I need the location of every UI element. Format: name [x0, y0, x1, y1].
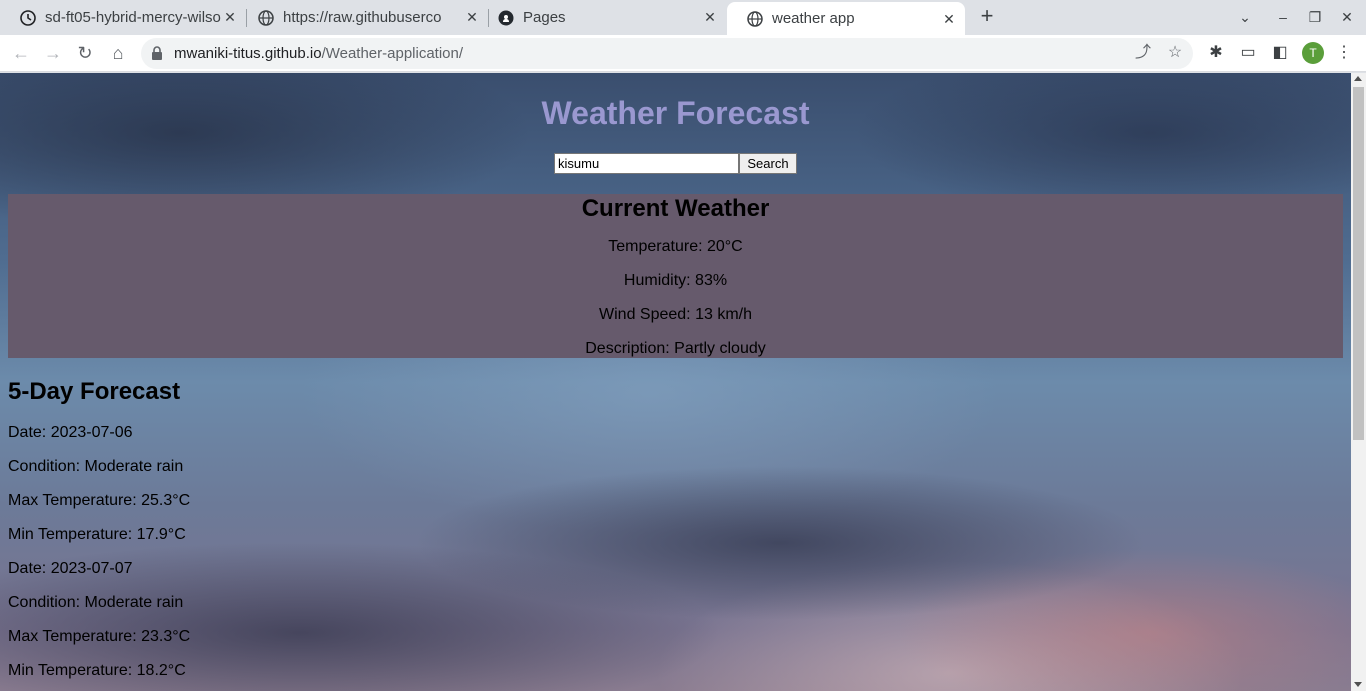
globe-icon — [258, 9, 274, 26]
temperature-text: Temperature: 20°C — [608, 238, 743, 255]
tab-label: https://raw.githubuserco — [283, 9, 442, 26]
search-button[interactable]: Search — [739, 153, 797, 174]
forward-icon[interactable]: → — [41, 41, 65, 65]
forecast-heading: 5-Day Forecast — [8, 378, 181, 405]
globe-icon — [747, 10, 763, 27]
browser-toolbar: ← → ↻ ⌂ mwaniki-titus.github.io/Weather-… — [0, 35, 1366, 72]
menu-kebab-icon[interactable]: ⋮ — [1334, 43, 1354, 63]
tab-sd-ft05[interactable]: sd-ft05-hybrid-mercy-wilso ✕ — [0, 0, 247, 35]
url-path: /Weather-application/ — [321, 45, 464, 62]
tab-weather-app[interactable]: weather app ✕ — [727, 2, 965, 35]
wind-speed-text: Wind Speed: 13 km/h — [599, 306, 752, 323]
side-panel-icon[interactable]: ◧ — [1270, 43, 1290, 63]
home-icon[interactable]: ⌂ — [106, 41, 130, 65]
github-clock-icon — [20, 9, 36, 26]
forecast-section: 5-Day Forecast Date: 2023-07-06 Conditio… — [8, 375, 190, 688]
page-title: Weather Forecast — [541, 95, 810, 131]
close-icon[interactable]: ✕ — [222, 9, 238, 25]
address-bar[interactable]: mwaniki-titus.github.io/Weather-applicat… — [141, 38, 1193, 69]
forecast-max-temp: Max Temperature: 23.3°C — [8, 628, 191, 645]
profile-avatar[interactable]: T — [1302, 42, 1324, 64]
close-icon[interactable]: ✕ — [702, 9, 718, 25]
current-weather-heading: Current Weather — [581, 195, 770, 222]
tab-pages[interactable]: Pages ✕ — [478, 0, 726, 35]
close-icon[interactable]: ✕ — [941, 11, 957, 27]
url-host: mwaniki-titus.github.io — [174, 45, 322, 62]
tab-label: Pages — [523, 9, 566, 26]
forecast-min-temp: Min Temperature: 18.2°C — [8, 662, 186, 679]
forecast-condition: Condition: Moderate rain — [8, 458, 184, 475]
forecast-date: Date: 2023-07-07 — [8, 560, 133, 577]
restore-icon[interactable]: ❐ — [1304, 6, 1326, 28]
tab-search-icon[interactable]: ⌄ — [1234, 6, 1256, 28]
forecast-condition: Condition: Moderate rain — [8, 594, 184, 611]
reload-icon[interactable]: ↻ — [73, 41, 97, 65]
share-icon[interactable]: ⤴ — [1133, 43, 1153, 63]
page-viewport: Weather Forecast Search Current Weather … — [0, 73, 1351, 691]
extensions-icon[interactable]: ✱ — [1206, 43, 1226, 63]
url-text[interactable]: mwaniki-titus.github.io/Weather-applicat… — [174, 45, 463, 62]
page-scrollbar[interactable] — [1351, 73, 1366, 691]
tab-raw-githubusercontent[interactable]: https://raw.githubuserco ✕ — [238, 0, 489, 35]
description-text: Description: Partly cloudy — [585, 340, 766, 357]
humidity-text: Humidity: 83% — [623, 272, 728, 289]
current-weather-panel: Current Weather Temperature: 20°C Humidi… — [8, 194, 1343, 358]
github-icon — [498, 10, 514, 26]
forecast-max-temp: Max Temperature: 25.3°C — [8, 492, 191, 509]
tab-label: sd-ft05-hybrid-mercy-wilso — [45, 9, 221, 26]
forecast-min-temp: Min Temperature: 17.9°C — [8, 526, 186, 543]
minimize-icon[interactable]: – — [1272, 6, 1294, 28]
lock-icon[interactable] — [151, 46, 163, 60]
cast-icon[interactable]: ▭ — [1238, 43, 1258, 63]
back-icon[interactable]: ← — [9, 41, 33, 65]
search-form: Search — [554, 153, 797, 174]
new-tab-button[interactable]: + — [976, 5, 998, 27]
window-close-icon[interactable]: ✕ — [1336, 6, 1358, 28]
city-search-input[interactable] — [554, 153, 739, 174]
forecast-date: Date: 2023-07-06 — [8, 424, 133, 441]
tab-label: weather app — [772, 10, 855, 27]
scroll-up-arrow-icon[interactable] — [1354, 76, 1362, 81]
scroll-down-arrow-icon[interactable] — [1354, 682, 1362, 687]
scroll-thumb[interactable] — [1353, 87, 1364, 440]
bookmark-star-icon[interactable]: ☆ — [1165, 43, 1185, 63]
tab-strip: sd-ft05-hybrid-mercy-wilso ✕ https://raw… — [0, 0, 1366, 35]
